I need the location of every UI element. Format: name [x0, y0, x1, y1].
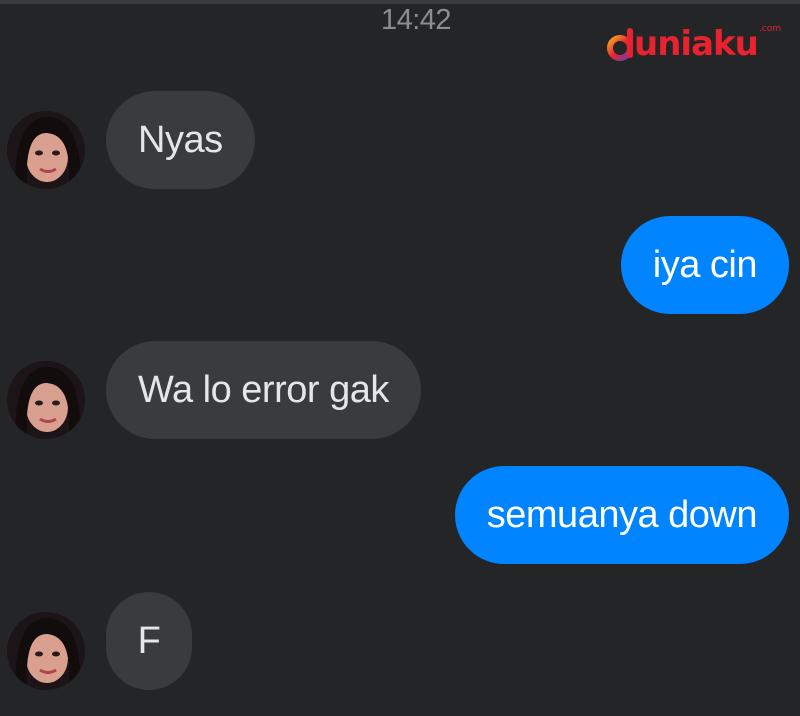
profile-photo-icon [7, 361, 85, 439]
outgoing-message-bubble[interactable]: iya cin [620, 216, 789, 314]
logo-wordmark: uniaku [634, 24, 759, 64]
profile-photo-icon [7, 111, 85, 189]
sender-avatar[interactable] [7, 111, 85, 189]
sender-avatar[interactable] [7, 612, 85, 690]
sender-avatar[interactable] [7, 361, 85, 439]
profile-photo-icon [7, 612, 85, 690]
incoming-message-bubble[interactable]: Nyas [106, 91, 255, 189]
logo-dotcom: .com [759, 24, 782, 34]
duniaku-logo: uniaku .com [606, 24, 782, 68]
incoming-message-bubble[interactable]: F [106, 592, 192, 690]
incoming-message-bubble[interactable]: Wa lo error gak [106, 341, 421, 439]
outgoing-message-bubble[interactable]: semuanya down [454, 466, 789, 564]
